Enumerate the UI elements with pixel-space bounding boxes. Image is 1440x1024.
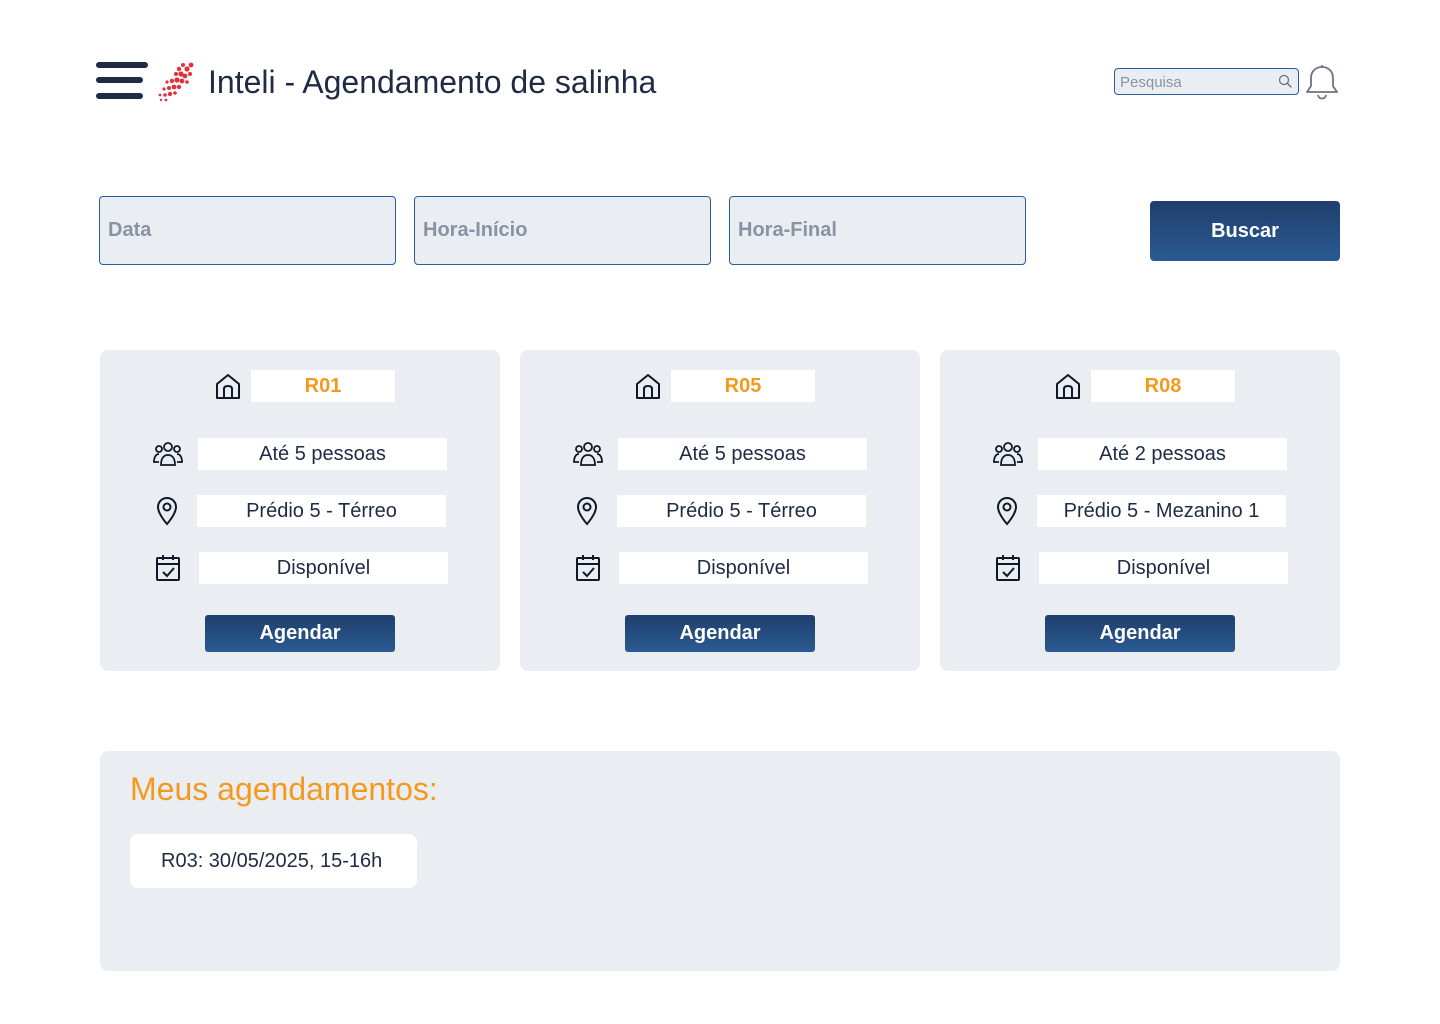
date-input[interactable] [100,197,395,264]
home-icon [1052,370,1084,402]
room-code: R05 [671,370,815,402]
room-code: R08 [1091,370,1235,402]
book-button[interactable]: Agendar [625,615,815,652]
room-location: Prédio 5 - Térreo [197,495,446,527]
book-button[interactable]: Agendar [205,615,395,652]
calendar-check-icon [152,552,184,584]
location-pin-icon [151,495,183,527]
location-pin-icon [991,495,1023,527]
search-icon[interactable] [1278,74,1292,88]
search-box[interactable] [1114,68,1299,95]
start-time-field[interactable] [414,196,711,265]
room-status: Disponível [199,552,448,584]
room-card: R01 Até 5 pessoas Prédio 5 - Térreo Disp… [100,350,500,671]
hamburger-menu-icon[interactable] [96,62,148,102]
room-code: R01 [251,370,395,402]
room-capacity: Até 2 pessoas [1038,438,1287,470]
home-icon [632,370,664,402]
inteli-logo [154,60,196,102]
booking-item[interactable]: R03: 30/05/2025, 15-16h [130,834,417,888]
room-status: Disponível [1039,552,1288,584]
page-title: Inteli - Agendamento de salinha [208,64,657,100]
room-capacity: Até 5 pessoas [618,438,867,470]
people-icon [152,438,184,470]
my-bookings-title: Meus agendamentos: [130,771,438,807]
date-field[interactable] [99,196,396,265]
calendar-check-icon [572,552,604,584]
end-time-input[interactable] [730,197,1025,264]
book-button[interactable]: Agendar [1045,615,1235,652]
search-button[interactable]: Buscar [1150,201,1340,261]
people-icon [992,438,1024,470]
calendar-check-icon [992,552,1024,584]
start-time-input[interactable] [415,197,710,264]
room-location: Prédio 5 - Mezanino 1 [1037,495,1286,527]
room-card: R08 Até 2 pessoas Prédio 5 - Mezanino 1 … [940,350,1340,671]
home-icon [212,370,244,402]
end-time-field[interactable] [729,196,1026,265]
room-capacity: Até 5 pessoas [198,438,447,470]
location-pin-icon [571,495,603,527]
room-card: R05 Até 5 pessoas Prédio 5 - Térreo Disp… [520,350,920,671]
people-icon [572,438,604,470]
my-bookings-panel: Meus agendamentos: R03: 30/05/2025, 15-1… [100,751,1340,971]
room-location: Prédio 5 - Térreo [617,495,866,527]
bell-icon[interactable] [1303,64,1341,100]
search-input[interactable] [1120,71,1270,93]
room-status: Disponível [619,552,868,584]
